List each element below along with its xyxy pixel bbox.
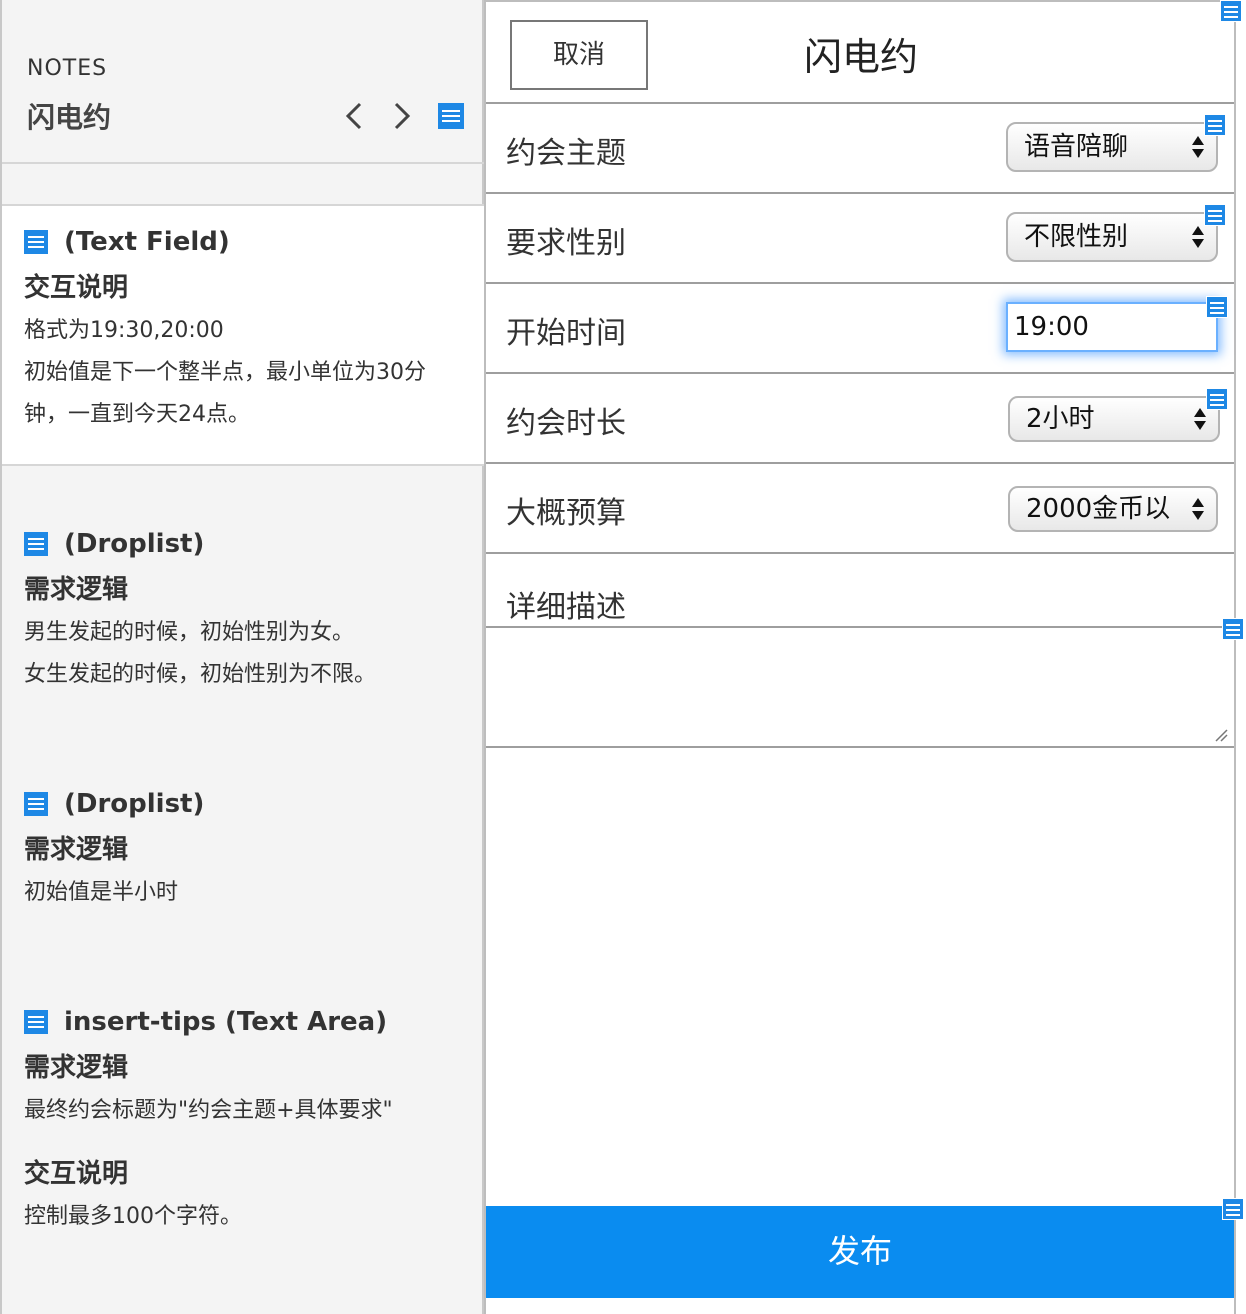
note-droplist-duration: (Droplist) 需求逻辑 初始值是半小时 [24, 784, 469, 914]
note-droplist-gender: (Droplist) 需求逻辑 男生发起的时候，初始性别为女。 女生发起的时候，… [24, 524, 469, 696]
row-topic: 约会主题 语音陪聊 [486, 104, 1234, 194]
menu-lines-icon[interactable] [24, 532, 48, 556]
row-duration: 约会时长 2小时 [486, 374, 1234, 464]
note-section-heading: 需求逻辑 [24, 1053, 129, 1083]
select-arrows-icon [1192, 226, 1204, 248]
menu-lines-icon[interactable] [1204, 204, 1226, 226]
row-label: 约会时长 [506, 406, 626, 441]
menu-lines-icon[interactable] [1206, 296, 1228, 318]
menu-lines-icon[interactable] [24, 230, 48, 254]
menu-lines-icon[interactable] [1204, 114, 1226, 136]
note-section-heading: 交互说明 [24, 273, 129, 303]
menu-lines-icon[interactable] [438, 103, 464, 129]
row-budget: 大概预算 2000金币以内 [486, 464, 1234, 554]
note-line: 钟，一直到今天24点。 [24, 402, 250, 427]
gender-select[interactable]: 不限性别 [1006, 212, 1218, 262]
note-section-heading: 需求逻辑 [24, 575, 129, 605]
note-title: (Droplist) [64, 529, 205, 559]
topic-select[interactable]: 语音陪聊 [1006, 122, 1218, 172]
note-header: insert-tips (Text Area) [24, 1002, 469, 1042]
select-value: 不限性别 [1024, 222, 1129, 252]
cancel-button[interactable]: 取消 [510, 20, 648, 90]
next-page-button[interactable] [386, 96, 418, 136]
budget-select[interactable]: 2000金币以内 [1008, 486, 1218, 532]
note-section-heading: 交互说明 [24, 1159, 129, 1189]
select-arrows-icon [1192, 498, 1204, 520]
note-line: 男生发起的时候，初始性别为女。 [24, 620, 355, 645]
row-gender: 要求性别 不限性别 [486, 194, 1234, 284]
chevron-right-icon [394, 102, 411, 130]
select-value: 2000金币以内 [1026, 494, 1172, 524]
resize-grip-icon[interactable] [1214, 728, 1228, 742]
row-label: 开始时间 [506, 316, 626, 351]
note-line: 控制最多100个字符。 [24, 1204, 242, 1229]
mobile-form: 取消 闪电约 约会主题 语音陪聊 要求性别 不限性别 开始时间 19:00 约会… [484, 0, 1236, 1314]
note-line: 女生发起的时候，初始性别为不限。 [24, 662, 377, 687]
note-text-field: (Text Field) 交互说明 格式为19:30,20:00 初始值是下一个… [24, 222, 469, 436]
row-start-time: 开始时间 19:00 [486, 284, 1234, 374]
note-line: 初始值是下一个整半点，最小单位为30分 [24, 360, 426, 385]
page-title: 闪电约 [803, 35, 918, 79]
note-title: (Droplist) [64, 789, 205, 819]
publish-button[interactable]: 发布 [486, 1206, 1234, 1298]
note-line: 格式为19:30,20:00 [24, 318, 224, 343]
notes-page-title: 闪电约 [27, 101, 112, 134]
select-arrows-icon [1192, 136, 1204, 158]
row-label: 大概预算 [506, 496, 626, 531]
description-textarea[interactable] [486, 626, 1234, 748]
row-description: 详细描述 [486, 554, 1234, 628]
notes-panel: NOTES 闪电约 (Text Field) 交互说明 格式为19:30,20:… [0, 0, 484, 1314]
start-time-input[interactable]: 19:00 [1006, 302, 1218, 352]
note-title: (Text Field) [64, 227, 230, 257]
note-section-heading: 需求逻辑 [24, 835, 129, 865]
menu-lines-icon[interactable] [1206, 388, 1228, 410]
duration-select[interactable]: 2小时 [1008, 396, 1220, 442]
menu-lines-icon[interactable] [24, 1010, 48, 1034]
note-title: insert-tips (Text Area) [64, 1007, 388, 1037]
select-arrows-icon [1194, 408, 1206, 430]
row-label: 详细描述 [506, 590, 626, 625]
notes-header: NOTES 闪电约 [2, 0, 484, 164]
row-label: 约会主题 [506, 136, 626, 171]
top-bar: 取消 闪电约 [486, 0, 1234, 104]
select-value: 语音陪聊 [1024, 132, 1129, 162]
note-text-area: insert-tips (Text Area) 需求逻辑 最终约会标题为"约会主… [24, 1002, 469, 1238]
prev-page-button[interactable] [338, 96, 370, 136]
note-header: (Droplist) [24, 784, 469, 824]
menu-lines-icon[interactable] [24, 792, 48, 816]
row-label: 要求性别 [506, 226, 626, 261]
chevron-left-icon [345, 102, 362, 130]
note-line: 最终约会标题为"约会主题+具体要求" [24, 1098, 393, 1123]
note-line: 初始值是半小时 [24, 880, 179, 905]
notes-label: NOTES [27, 56, 108, 81]
menu-lines-icon[interactable] [1222, 1198, 1244, 1220]
select-value: 2小时 [1026, 404, 1095, 434]
menu-lines-icon[interactable] [1222, 618, 1244, 640]
note-header: (Droplist) [24, 524, 469, 564]
menu-lines-icon[interactable] [1220, 0, 1242, 22]
note-header: (Text Field) [24, 222, 469, 262]
